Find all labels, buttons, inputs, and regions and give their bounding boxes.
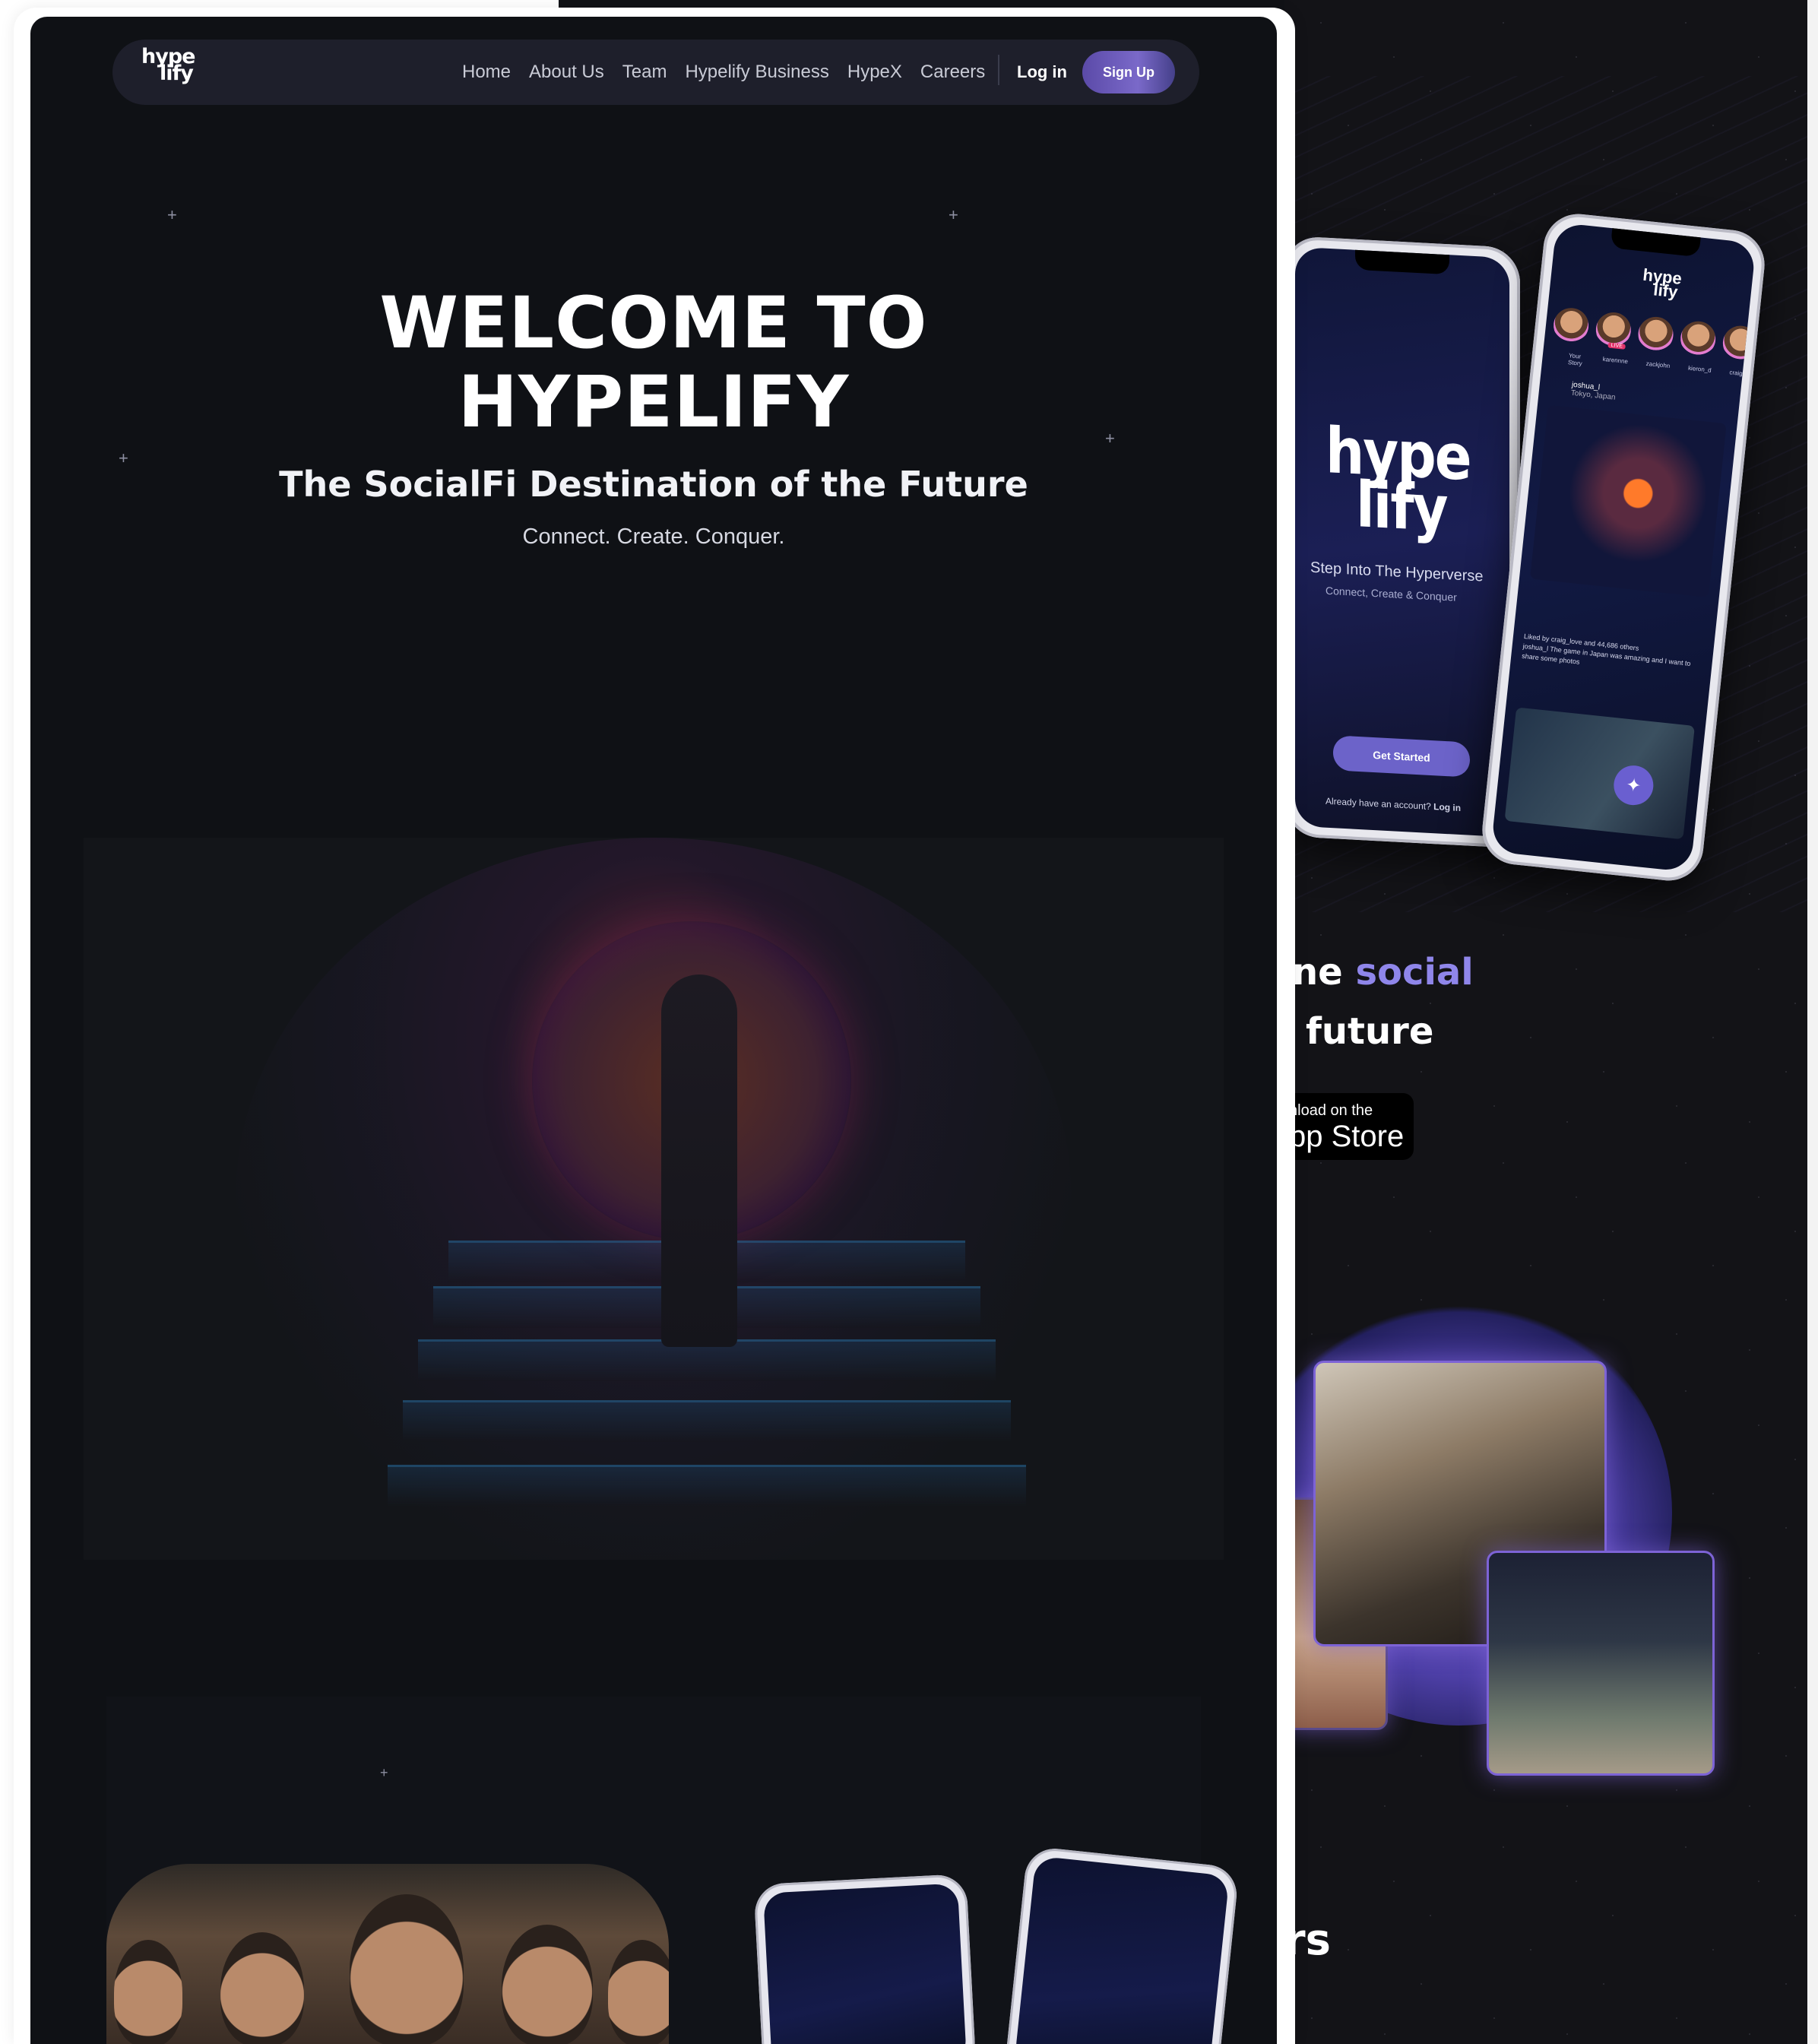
- feed-logo: hype lify: [1642, 265, 1683, 302]
- story-avatar[interactable]: [1678, 319, 1718, 359]
- phone-mockup-small: [1004, 1846, 1240, 2044]
- phone-screen: [1014, 1855, 1230, 2044]
- login-link[interactable]: Log in: [1433, 801, 1461, 813]
- friends-photo-night: [1487, 1551, 1715, 1776]
- sparkle-icon: +: [380, 1765, 388, 1780]
- person: [350, 1894, 464, 2044]
- stair-step: [403, 1400, 1011, 1442]
- nav-business-link[interactable]: Hypelify Business: [685, 62, 828, 83]
- nav-about-link[interactable]: About Us: [529, 62, 604, 83]
- post-meta: Liked by craig_love and 44,686 others jo…: [1522, 632, 1703, 680]
- splash-headline: Step Into The Hyperverse: [1310, 559, 1484, 585]
- story-label: craig: [1729, 369, 1744, 378]
- top-navbar: hype lify Home About Us Team Hypelify Bu…: [112, 40, 1199, 105]
- nav-careers-link[interactable]: Careers: [920, 62, 985, 83]
- nav-home-link[interactable]: Home: [462, 62, 511, 83]
- story-avatar[interactable]: [1721, 324, 1756, 363]
- nav-hypex-link[interactable]: HypeX: [847, 62, 902, 83]
- login-button[interactable]: Log in: [1017, 40, 1067, 105]
- nav-team-link[interactable]: Team: [622, 62, 667, 83]
- splash-logo: hype lify: [1325, 413, 1471, 546]
- post-image[interactable]: [1530, 404, 1727, 598]
- hypelify-logo[interactable]: hype lify: [141, 46, 195, 84]
- phone-screen: hype lify Step Into The Hyperverse Conne…: [1295, 246, 1509, 838]
- nav-divider: [998, 55, 999, 85]
- nav-links: Home About Us Team Hypelify Business Hyp…: [462, 40, 985, 105]
- hero-title: WELCOME TO HYPELIFY: [379, 282, 928, 444]
- landing-page: hype lify Home About Us Team Hypelify Bu…: [30, 17, 1277, 2044]
- background-tagline: ne social future: [1292, 951, 1474, 1053]
- appstore-small-text: nload on the: [1289, 1102, 1373, 1119]
- window-edge: [1807, 0, 1818, 2044]
- person: [114, 1940, 182, 2044]
- live-badge: LIVE: [1607, 342, 1626, 350]
- phone-screen: [762, 1883, 968, 2044]
- post-image[interactable]: [1504, 707, 1695, 840]
- hero-illustration: [84, 838, 1224, 1560]
- person: [608, 1940, 669, 2044]
- phone-mockup-small: [753, 1873, 977, 2044]
- hero-subtitle: The SocialFi Destination of the Future: [279, 464, 1028, 505]
- story-avatar[interactable]: [1551, 306, 1591, 345]
- signup-button[interactable]: Sign Up: [1082, 51, 1175, 93]
- appstore-big-text: pp Store: [1289, 1120, 1405, 1153]
- app-store-button[interactable]: nload on the pp Store: [1284, 1093, 1414, 1160]
- login-prompt: Already have an account? Log in: [1325, 795, 1462, 814]
- stair-step: [388, 1465, 1026, 1507]
- sparkle-icon: +: [167, 205, 177, 224]
- story-label: karennne: [1602, 355, 1629, 366]
- person: [220, 1932, 304, 2044]
- get-started-button[interactable]: Get Started: [1333, 735, 1470, 778]
- hero-silhouette: [661, 974, 737, 1347]
- hero-tagline: Connect. Create. Conquer.: [522, 524, 785, 549]
- story-label: kieron_d: [1687, 364, 1712, 374]
- person: [502, 1925, 593, 2044]
- community-photo: [106, 1864, 669, 2044]
- post-author: joshua_l Tokyo, Japan: [1570, 381, 1617, 402]
- splash-subline: Connect, Create & Conquer: [1325, 584, 1457, 604]
- story-label: Your Story: [1567, 352, 1583, 367]
- sparkle-icon: +: [949, 205, 958, 224]
- story-label: zackjohn: [1645, 360, 1671, 370]
- phone-mockup-splash: hype lify Step Into The Hyperverse Conne…: [1284, 235, 1520, 849]
- story-avatar[interactable]: [1636, 315, 1675, 354]
